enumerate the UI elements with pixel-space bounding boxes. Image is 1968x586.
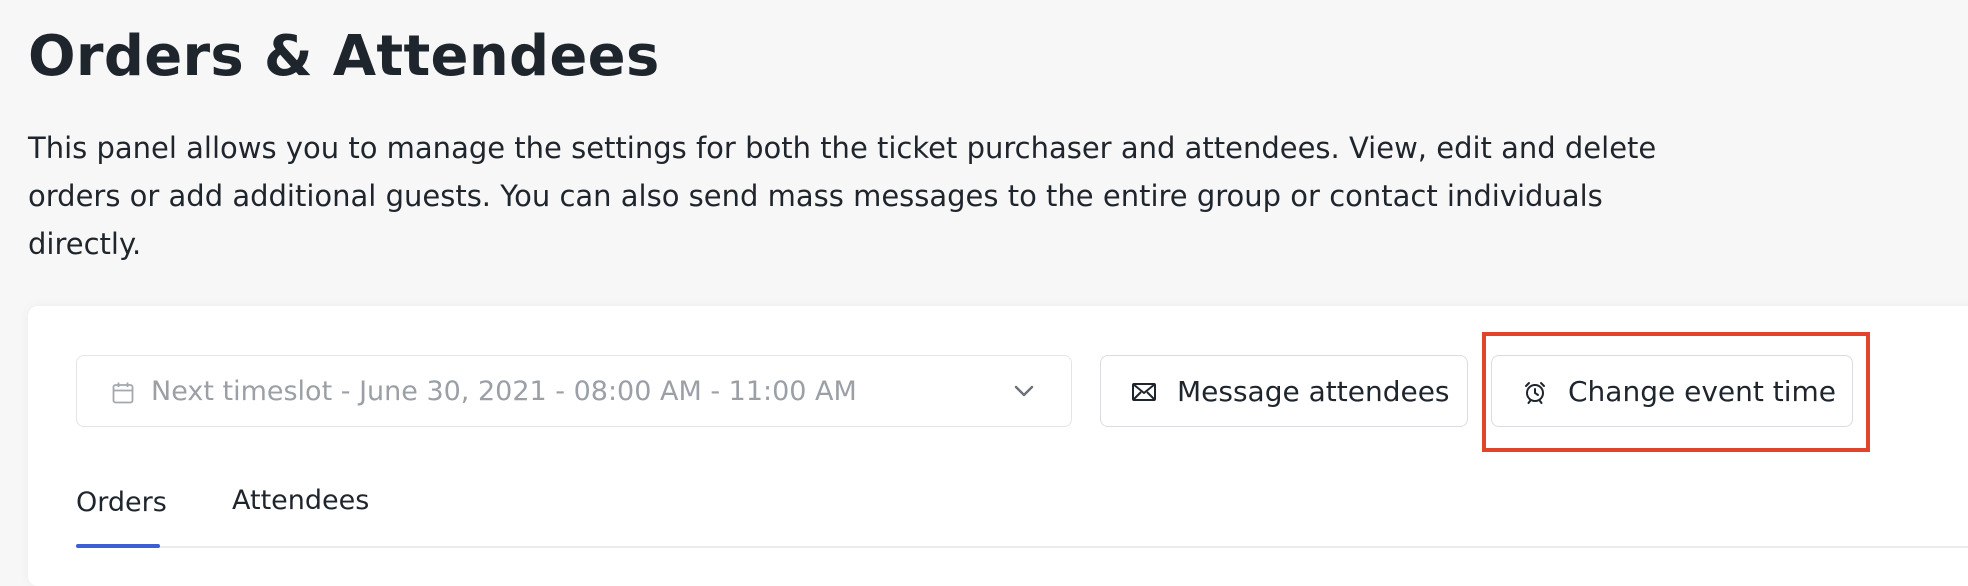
orders-card: Next timeslot - June 30, 2021 - 08:00 AM… xyxy=(28,306,1968,586)
message-attendees-label: Message attendees xyxy=(1177,375,1450,408)
page-description: This panel allows you to manage the sett… xyxy=(28,131,1657,261)
tab-attendees[interactable]: Attendees xyxy=(232,484,369,518)
highlight-box xyxy=(1482,332,1870,452)
message-attendees-button[interactable]: Message attendees xyxy=(1100,355,1468,427)
page-title: Orders & Attendees xyxy=(28,24,660,89)
calendar-icon xyxy=(112,382,134,404)
envelope-icon xyxy=(1132,383,1156,401)
active-tab-indicator xyxy=(76,544,160,548)
tab-orders[interactable]: Orders xyxy=(76,486,167,520)
page-header: Orders & Attendees This panel allows you… xyxy=(28,22,1708,268)
timeslot-value: Next timeslot - June 30, 2021 - 08:00 AM… xyxy=(151,376,857,407)
chevron-down-icon xyxy=(1014,385,1034,397)
tab-bar: Orders Attendees xyxy=(76,466,1968,548)
timeslot-select[interactable]: Next timeslot - June 30, 2021 - 08:00 AM… xyxy=(76,355,1072,427)
